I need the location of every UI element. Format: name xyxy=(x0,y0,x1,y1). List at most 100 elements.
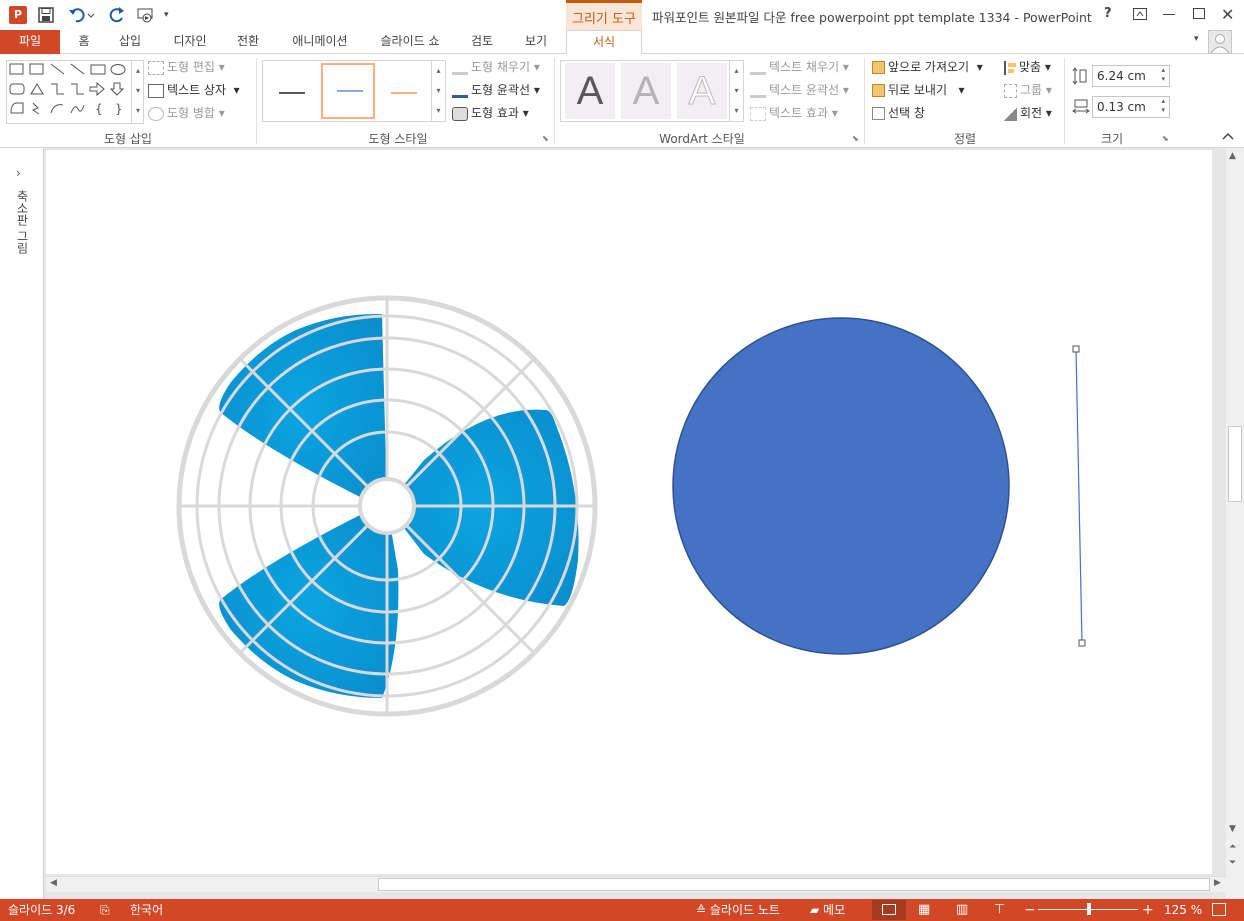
redo-icon[interactable] xyxy=(108,6,126,24)
shape-style-orange-line[interactable] xyxy=(379,65,429,117)
close-icon[interactable]: ✕ xyxy=(1221,5,1234,24)
shape-outline-button[interactable]: 도형 윤곽선 ▾ xyxy=(452,80,540,100)
shape-style-gallery[interactable]: ▴ ▾ ▾ xyxy=(262,60,446,122)
rotate-button[interactable]: 회전 ▾ xyxy=(1004,103,1052,123)
edit-shape-button[interactable]: 도형 편집 ▾ xyxy=(148,57,225,77)
text-effects-button[interactable]: 텍스트 효과 ▾ xyxy=(750,103,838,123)
tab-transitions[interactable]: 전환 xyxy=(228,30,268,54)
maximize-icon[interactable] xyxy=(1193,8,1205,19)
selection-pane-button[interactable]: 선택 창 xyxy=(872,103,925,123)
collapse-ribbon-icon[interactable] xyxy=(1222,130,1234,140)
slide-canvas[interactable] xyxy=(46,150,1212,874)
powerpoint-logo-icon[interactable]: P xyxy=(9,6,27,24)
selected-line-shape[interactable] xyxy=(1072,345,1086,647)
height-spin-arrows[interactable]: ▴ ▾ xyxy=(1161,66,1165,84)
comments-button[interactable]: ▰ 메모 xyxy=(810,899,845,921)
group-button[interactable]: 그룹 ▾ xyxy=(1004,80,1052,100)
bring-forward-button[interactable]: 앞으로 가져오기 ▾ xyxy=(872,57,983,77)
fan-graphic[interactable] xyxy=(176,295,598,717)
text-box-button[interactable]: 텍스트 상자 ▾ xyxy=(148,80,240,100)
fit-slide-icon[interactable] xyxy=(1212,903,1226,916)
send-backward-button[interactable]: 뒤로 보내기 ▾ xyxy=(872,80,964,100)
wordart-gallery[interactable]: A A A ▴ ▾ ▾ xyxy=(560,60,744,122)
group-label-size: 크기 xyxy=(1100,132,1124,146)
vertical-scrollbar[interactable]: ▲ ▼ ⏶ ⏷ xyxy=(1226,148,1244,899)
shape-gallery[interactable]: { } ▴ ▾ ▾ xyxy=(6,60,144,124)
shape-styles-dialog-launcher-icon[interactable]: ⬊ xyxy=(542,134,549,143)
zoom-slider-thumb[interactable] xyxy=(1087,903,1091,915)
account-dropdown-icon[interactable]: ▾ xyxy=(1194,34,1199,44)
shape-gallery-scroll[interactable]: ▴ ▾ ▾ xyxy=(131,61,144,123)
zoom-level[interactable]: 125 % xyxy=(1164,899,1202,921)
scroll-left-icon[interactable]: ◀ xyxy=(50,878,57,888)
slideshow-view-icon[interactable]: ⊤ xyxy=(994,899,1005,921)
horizontal-scroll-thumb[interactable] xyxy=(378,878,1210,891)
shape-fill-button[interactable]: 도형 채우기 ▾ xyxy=(452,57,540,77)
reading-view-icon[interactable]: ▥ xyxy=(956,899,968,921)
size-dialog-launcher-icon[interactable]: ⬊ xyxy=(1162,134,1169,143)
scroll-up-icon[interactable]: ▲ xyxy=(1229,151,1236,161)
scroll-thumb[interactable] xyxy=(1228,426,1242,502)
undo-icon[interactable] xyxy=(68,7,96,23)
zoom-out-icon[interactable]: − xyxy=(1024,899,1036,921)
save-icon[interactable] xyxy=(38,7,54,23)
tab-slideshow[interactable]: 슬라이드 쇼 xyxy=(370,30,450,54)
thumbnail-pane-collapsed[interactable]: › 축소판 그림 xyxy=(0,148,44,899)
normal-view-button[interactable] xyxy=(872,900,906,920)
ribbon-display-options-icon[interactable] xyxy=(1133,8,1147,20)
group-label-shape-styles: 도형 스타일 xyxy=(368,132,428,146)
scroll-down-icon[interactable]: ▼ xyxy=(1229,824,1236,834)
text-fill-button[interactable]: 텍스트 채우기 ▾ xyxy=(750,57,849,77)
tab-view[interactable]: 보기 xyxy=(516,30,556,54)
language-indicator[interactable]: 한국어 xyxy=(130,899,163,921)
notes-button[interactable]: ≙ 슬라이드 노트 xyxy=(696,899,780,921)
tab-insert[interactable]: 삽입 xyxy=(110,30,150,54)
blue-circle-shape[interactable] xyxy=(672,317,1010,655)
fan-hub[interactable] xyxy=(358,477,416,535)
merge-shapes-button[interactable]: 도형 병합 ▾ xyxy=(148,103,225,123)
zoom-slider[interactable] xyxy=(1038,903,1138,915)
slide-indicator[interactable]: 슬라이드 3/6 xyxy=(8,899,75,921)
align-button[interactable]: 맞춤 ▾ xyxy=(1004,57,1051,77)
horizontal-scrollbar[interactable]: ◀ ▶ xyxy=(46,876,1226,892)
minimize-icon[interactable] xyxy=(1163,14,1175,15)
group-label-wordart: WordArt 스타일 xyxy=(659,132,745,146)
text-outline-button[interactable]: 텍스트 윤곽선 ▾ xyxy=(750,80,849,100)
width-spin-arrows[interactable]: ▴ ▾ xyxy=(1161,97,1165,115)
selection-handle-bottom[interactable] xyxy=(1078,639,1086,647)
wordart-style-2[interactable]: A xyxy=(621,63,671,119)
start-slideshow-icon[interactable] xyxy=(136,6,158,24)
shape-height-field[interactable]: 6.24 cm ▴ ▾ xyxy=(1092,65,1170,87)
merge-shapes-label: 도형 병합 xyxy=(167,106,215,120)
wordart-style-3[interactable]: A xyxy=(677,63,727,119)
fan-blade-bottom[interactable] xyxy=(219,506,399,698)
tab-animations[interactable]: 애니메이션 xyxy=(282,30,358,54)
scroll-right-icon[interactable]: ▶ xyxy=(1214,878,1221,888)
zoom-in-icon[interactable]: + xyxy=(1142,899,1154,921)
help-icon[interactable]: ? xyxy=(1104,6,1112,21)
user-avatar[interactable] xyxy=(1208,30,1232,54)
tab-review[interactable]: 검토 xyxy=(462,30,502,54)
selection-handle-top[interactable] xyxy=(1072,345,1080,353)
tab-file[interactable]: 파일 xyxy=(0,30,60,54)
customize-toolbar-icon[interactable]: ▾ xyxy=(164,10,174,20)
shape-style-dark-line[interactable] xyxy=(267,65,317,117)
expand-thumbnails-icon[interactable]: › xyxy=(16,166,21,180)
wordart-dialog-launcher-icon[interactable]: ⬊ xyxy=(852,134,859,143)
previous-slide-icon[interactable]: ⏶ xyxy=(1229,842,1236,852)
shape-width-value: 0.13 cm xyxy=(1097,100,1146,114)
next-slide-icon[interactable]: ⏷ xyxy=(1229,858,1236,868)
tab-format[interactable]: 서식 xyxy=(566,30,642,55)
shape-width-field[interactable]: 0.13 cm ▴ ▾ xyxy=(1092,96,1170,118)
tab-home[interactable]: 홈 xyxy=(66,30,102,54)
wordart-style-1[interactable]: A xyxy=(565,63,615,119)
shape-style-gallery-scroll[interactable]: ▴ ▾ ▾ xyxy=(431,61,445,121)
fan-blade-top[interactable] xyxy=(219,313,387,506)
spell-check-icon[interactable]: ⎘ xyxy=(100,899,110,921)
text-effects-icon xyxy=(750,106,766,121)
slide-sorter-icon[interactable]: ▦ xyxy=(918,899,930,921)
wordart-gallery-scroll[interactable]: ▴ ▾ ▾ xyxy=(729,61,743,121)
shape-style-blue-line[interactable] xyxy=(321,63,375,119)
tab-design[interactable]: 디자인 xyxy=(164,30,216,54)
shape-effects-button[interactable]: 도형 효과 ▾ xyxy=(452,103,529,123)
